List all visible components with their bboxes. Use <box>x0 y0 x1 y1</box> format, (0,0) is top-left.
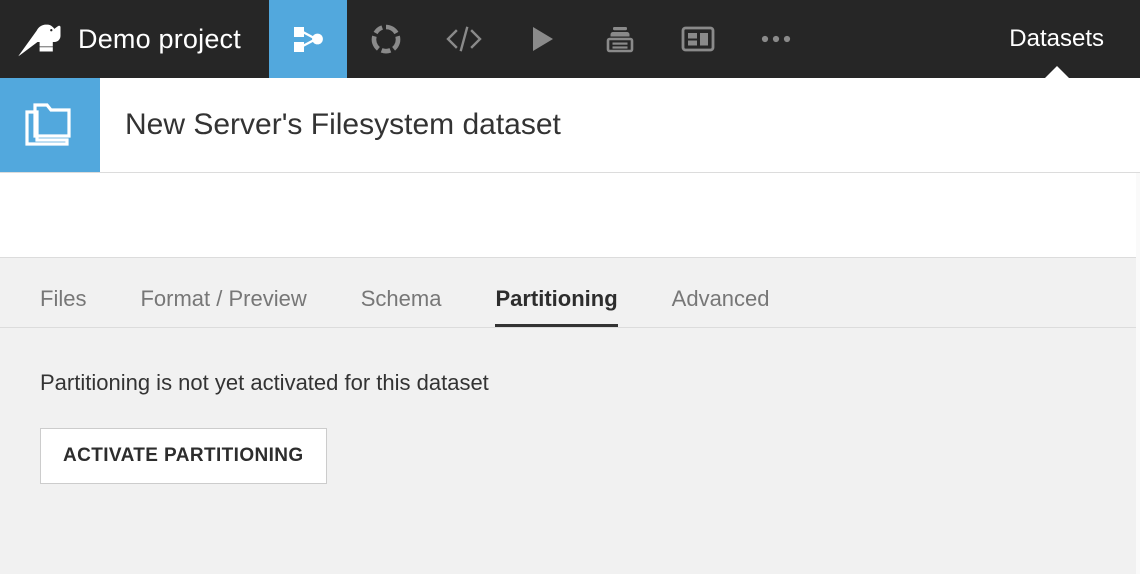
nav-right-section: Datasets <box>1009 0 1140 79</box>
nav-item-flow[interactable] <box>268 0 347 78</box>
dataset-title-wrap: New Server's Filesystem dataset <box>100 78 561 172</box>
nav-item-run[interactable] <box>503 0 581 78</box>
tab-partitioning[interactable]: Partitioning <box>495 288 618 327</box>
more-icon <box>759 33 793 45</box>
nav-item-lab[interactable] <box>347 0 425 78</box>
scrollbar-gutter[interactable] <box>1136 173 1140 574</box>
nav-item-more[interactable] <box>737 0 815 78</box>
lab-icon <box>369 22 403 56</box>
active-section-pointer-icon <box>1043 66 1070 79</box>
partitioning-status-text: Partitioning is not yet activated for th… <box>40 370 489 395</box>
tab-format-preview[interactable]: Format / Preview <box>140 288 306 327</box>
dataiku-bird-logo-icon <box>16 18 62 60</box>
top-navigation-bar: Demo project Datasets <box>0 0 1140 79</box>
nav-icon-group <box>268 0 815 78</box>
project-name[interactable]: Demo project <box>78 0 269 78</box>
folder-stack-icon <box>19 98 81 153</box>
tab-files[interactable]: Files <box>40 288 86 327</box>
nav-item-dashboards[interactable] <box>659 0 737 78</box>
nav-item-code[interactable] <box>425 0 503 78</box>
nav-item-jobs[interactable] <box>581 0 659 78</box>
dataset-tab-bar: Files Format / Preview Schema Partitioni… <box>0 258 1140 328</box>
jobs-icon <box>603 23 637 55</box>
run-icon <box>527 23 557 55</box>
app-window: Demo project Datasets New Server's Files… <box>0 0 1140 574</box>
dataset-subheader-band <box>0 173 1140 258</box>
dataset-icon-button[interactable] <box>0 78 100 172</box>
partitioning-panel: Partitioning is not yet activated for th… <box>0 328 1140 574</box>
nav-datasets-label: Datasets <box>1009 25 1104 52</box>
page-title: New Server's Filesystem dataset <box>125 108 561 141</box>
tab-advanced[interactable]: Advanced <box>672 288 770 327</box>
nav-item-datasets[interactable]: Datasets <box>1009 0 1104 79</box>
activate-partitioning-button[interactable]: ACTIVATE PARTITIONING <box>40 428 327 484</box>
flow-icon <box>291 23 325 55</box>
dataset-header: New Server's Filesystem dataset <box>0 78 1140 173</box>
dataiku-bird-logo-button[interactable] <box>0 0 78 78</box>
dashboard-icon <box>680 24 716 54</box>
tab-schema[interactable]: Schema <box>361 288 442 327</box>
code-icon <box>444 23 484 55</box>
